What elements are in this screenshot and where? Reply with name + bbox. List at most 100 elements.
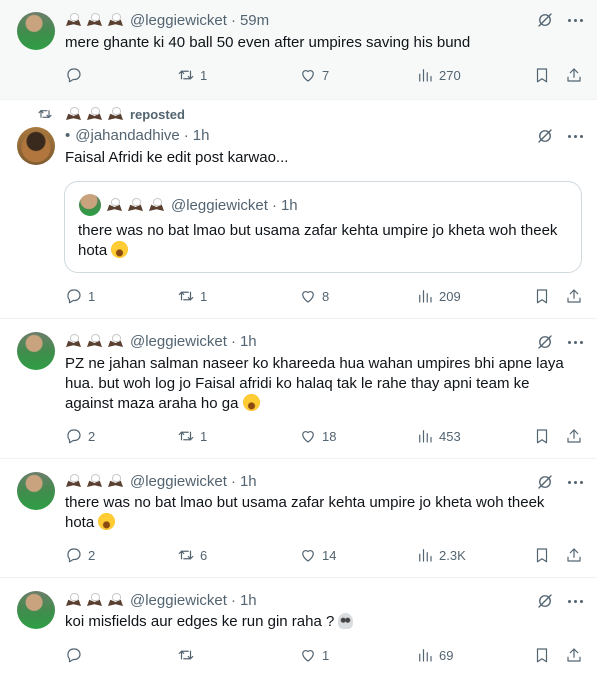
handle[interactable]: @leggiewicket (130, 592, 227, 609)
retweet-button[interactable]: 1 (177, 426, 207, 446)
like-button[interactable]: 18 (299, 426, 336, 446)
action-bar: 1 69 (65, 645, 585, 665)
post[interactable]: @leggiewicket · 1h there was no bat lmao… (0, 459, 597, 578)
more-icon[interactable] (568, 480, 583, 484)
more-icon[interactable] (568, 340, 583, 344)
like-button[interactable]: 1 (299, 645, 329, 665)
reply-icon (67, 429, 81, 444)
post[interactable]: @leggiewicket · 1h koi misfields aur edg… (0, 578, 597, 685)
handle[interactable]: @leggiewicket (130, 333, 227, 350)
avatar[interactable] (17, 12, 55, 50)
share-button[interactable] (565, 545, 583, 565)
timestamp[interactable]: 1h (240, 473, 257, 490)
reposter-name-emoji[interactable] (65, 107, 124, 121)
post[interactable]: @leggiewicket · 59m mere ghante ki 40 ba… (0, 0, 597, 100)
quote-handle: @leggiewicket (171, 196, 268, 214)
reply-button[interactable] (65, 645, 88, 665)
share-button[interactable] (565, 645, 583, 665)
timestamp[interactable]: 1h (240, 592, 257, 609)
reply-count: 2 (88, 547, 96, 563)
display-name-emoji[interactable] (65, 593, 124, 607)
retweet-button[interactable]: 6 (177, 545, 207, 565)
eagle-emoji-icon (86, 13, 103, 27)
handle[interactable]: @leggiewicket (130, 473, 227, 490)
bookmark-icon (536, 548, 548, 563)
skull-emoji-icon (338, 613, 354, 629)
views-button[interactable]: 270 (416, 65, 461, 85)
post-header: @leggiewicket · 59m (65, 10, 269, 30)
eagle-emoji-icon (107, 474, 124, 488)
handle[interactable]: @jahandadhive (75, 127, 179, 144)
retweet-button[interactable] (177, 645, 200, 665)
more-icon[interactable] (568, 18, 583, 22)
avatar[interactable] (17, 127, 55, 165)
post-header: @leggiewicket · 1h (65, 590, 257, 610)
bookmark-button[interactable] (533, 545, 551, 565)
more-icon[interactable] (568, 134, 583, 138)
post-text: koi misfields aur edges ke run gin raha … (65, 613, 335, 630)
post-header: @leggiewicket · 1h (65, 471, 257, 491)
timestamp[interactable]: 1h (193, 127, 210, 144)
eagle-emoji-icon (86, 334, 103, 348)
quote-display-name-emoji (106, 198, 165, 212)
quote-text-wrap: there was no bat lmao but usama zafar ke… (78, 221, 558, 261)
like-count: 7 (322, 67, 330, 83)
display-name-emoji[interactable] (65, 474, 124, 488)
grok-icon[interactable] (536, 11, 554, 29)
post-text: Faisal Afridi ke edit post karwao... (65, 149, 289, 166)
retweet-button[interactable]: 1 (177, 286, 207, 306)
display-name-emoji[interactable] (65, 334, 124, 348)
bookmark-button[interactable] (533, 426, 551, 446)
display-name-emoji[interactable] (65, 13, 124, 27)
separator-dot: · (230, 591, 236, 609)
views-button[interactable]: 2.3K (416, 545, 466, 565)
views-button[interactable]: 209 (416, 286, 461, 306)
timestamp[interactable]: 59m (240, 12, 269, 29)
share-button[interactable] (565, 286, 583, 306)
grok-icon[interactable] (536, 592, 554, 610)
views-button[interactable]: 453 (416, 426, 461, 446)
eagle-emoji-icon (107, 107, 124, 121)
share-button[interactable] (565, 426, 583, 446)
views-count: 209 (439, 288, 461, 304)
bookmark-button[interactable] (533, 286, 551, 306)
like-button[interactable]: 8 (299, 286, 329, 306)
like-button[interactable]: 14 (299, 545, 336, 565)
share-button[interactable] (565, 65, 583, 85)
retweet-button[interactable]: 1 (177, 65, 207, 85)
grok-icon[interactable] (536, 333, 554, 351)
reply-button[interactable]: 2 (65, 545, 95, 565)
post-text: PZ ne jahan salman naseer ko khareeda hu… (65, 355, 564, 412)
views-button[interactable]: 69 (416, 645, 453, 665)
timestamp[interactable]: 1h (240, 333, 257, 350)
bookmark-button[interactable] (533, 645, 551, 665)
more-icon[interactable] (568, 599, 583, 603)
bookmark-button[interactable] (533, 65, 551, 85)
post-text: mere ghante ki 40 ball 50 even after ump… (65, 34, 471, 51)
handle[interactable]: @leggiewicket (130, 12, 227, 29)
grok-icon[interactable] (536, 127, 554, 145)
retweet-count: 6 (200, 547, 208, 563)
post[interactable]: @leggiewicket · 1h PZ ne jahan salman na… (0, 319, 597, 459)
post-top-actions (536, 10, 583, 30)
avatar[interactable] (17, 332, 55, 370)
post-top-actions (536, 126, 583, 146)
share-icon (567, 548, 581, 562)
reply-button[interactable] (65, 65, 88, 85)
separator-dot: · (183, 126, 189, 144)
action-bar: 2 6 14 2.3K (65, 545, 585, 565)
eagle-emoji-icon (65, 13, 82, 27)
reply-button[interactable]: 1 (65, 286, 95, 306)
like-button[interactable]: 7 (299, 65, 329, 85)
eagle-emoji-icon (86, 107, 103, 121)
display-name[interactable]: • (65, 127, 70, 144)
repost-label: reposted (130, 106, 185, 122)
retweet-icon (178, 70, 194, 80)
reply-button[interactable]: 2 (65, 426, 95, 446)
quote-timestamp: 1h (280, 196, 298, 214)
reply-icon (67, 68, 81, 83)
avatar[interactable] (17, 472, 55, 510)
avatar[interactable] (17, 591, 55, 629)
grok-icon[interactable] (536, 473, 554, 491)
retweet-count: 1 (200, 67, 208, 83)
